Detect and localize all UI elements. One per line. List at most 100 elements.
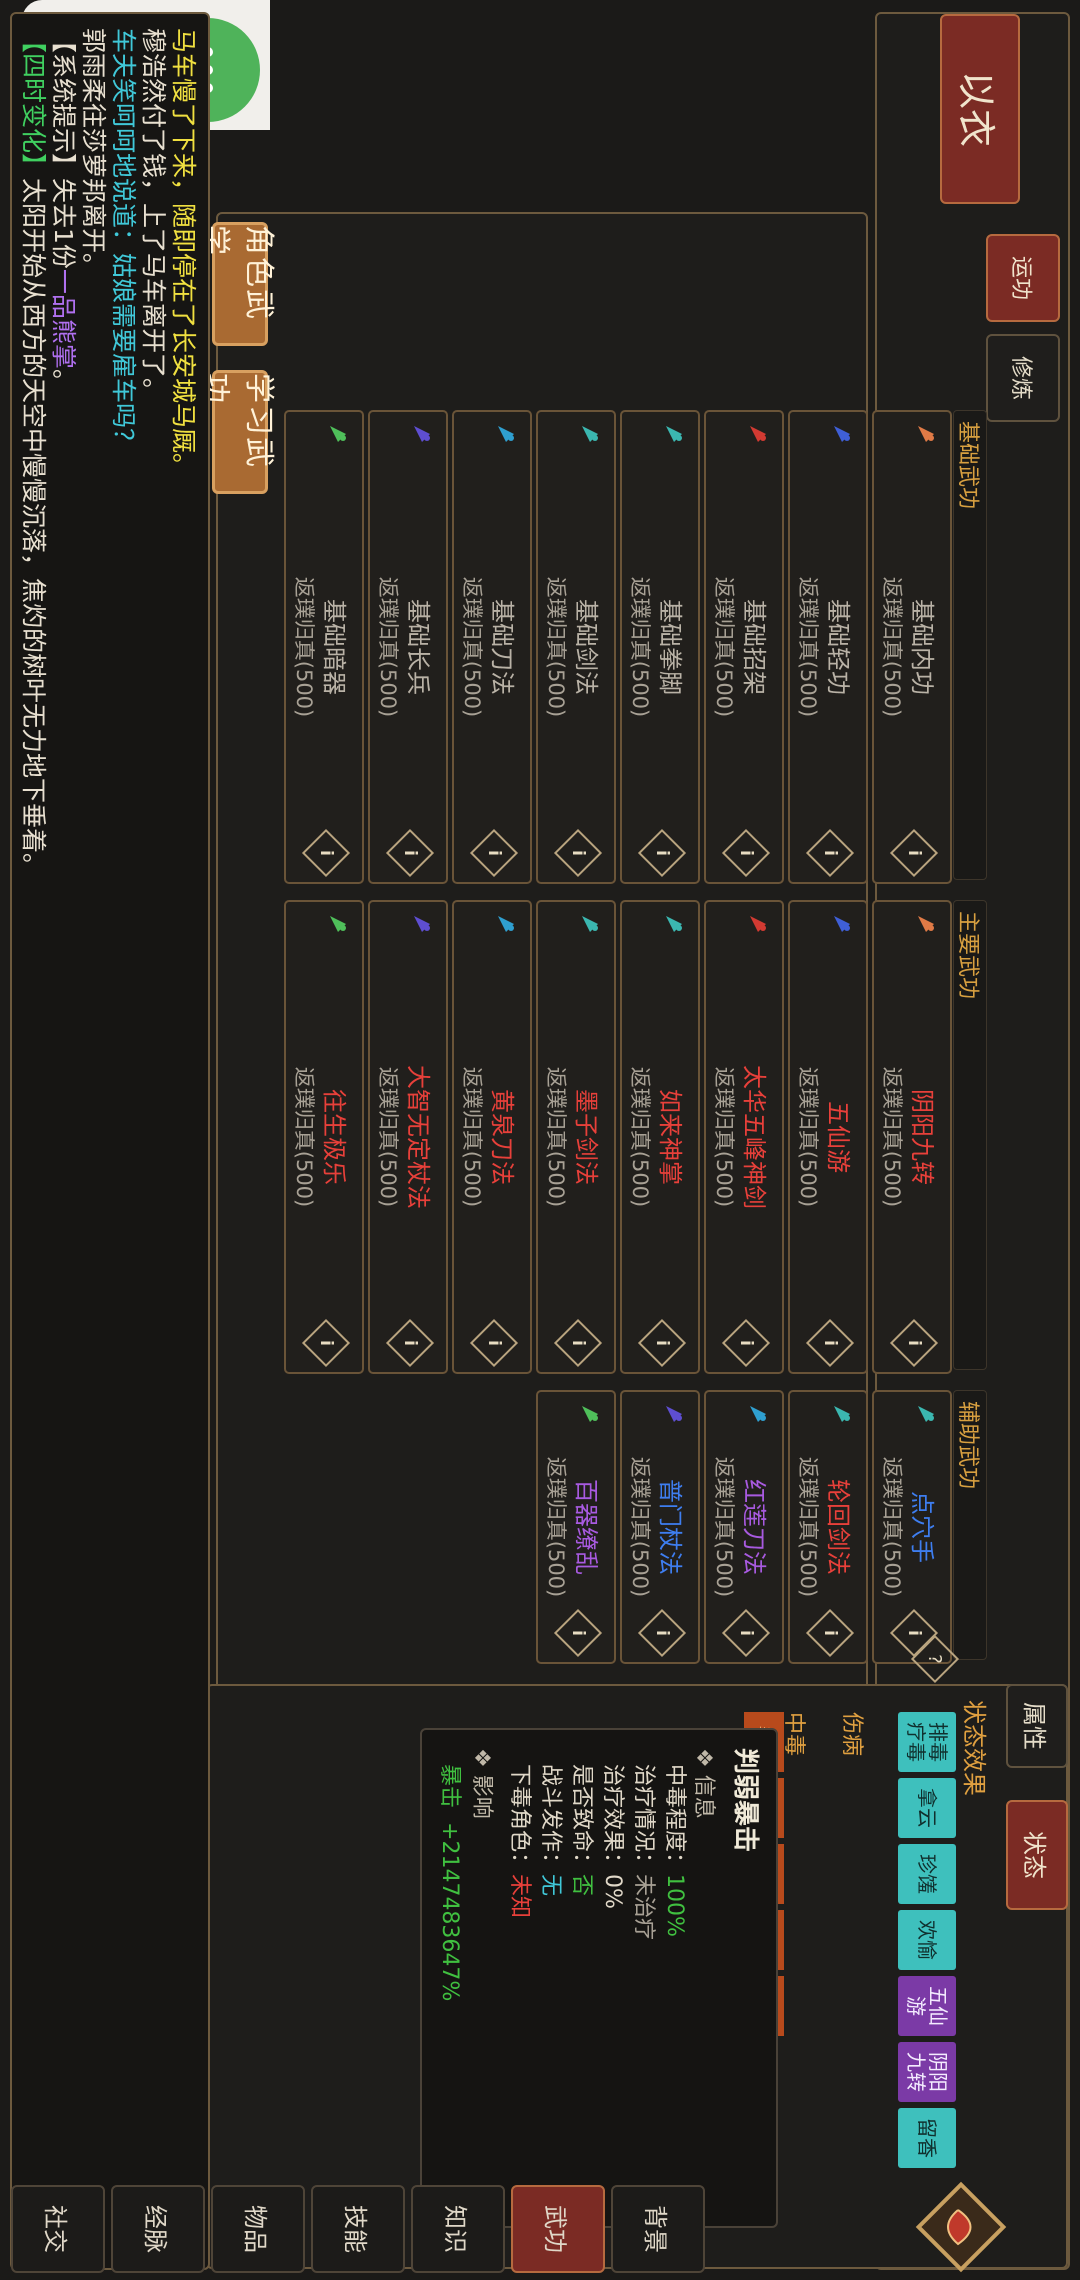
tab-xiulian[interactable]: 修炼 xyxy=(986,334,1060,422)
status-chip[interactable]: 排毒 疗毒 xyxy=(898,1712,956,1772)
log-segment: 【系统提示】 xyxy=(49,28,78,179)
skill-level: 返璞归真(500) xyxy=(544,576,568,718)
info-icon: i xyxy=(736,1630,756,1636)
column-header-basic-label: 基础武功 xyxy=(955,421,980,510)
injury-label: 伤病 xyxy=(839,1712,864,1757)
skill-card[interactable]: 基础暗器 返璞归真(500) i xyxy=(284,410,364,884)
skill-level: 返璞归真(500) xyxy=(460,1066,484,1208)
tooltip-row-key: 治疗效果： xyxy=(600,1764,625,1875)
skill-card[interactable]: 五仙游 返璞归真(500) i xyxy=(788,900,868,1374)
skill-card[interactable]: 基础刀法 返璞归真(500) i xyxy=(452,410,532,884)
log-segment: 姑娘需要雇车吗？ xyxy=(109,253,138,454)
nav-button[interactable]: 技能 xyxy=(311,2185,405,2273)
nav-button[interactable]: 社交 xyxy=(11,2185,105,2273)
nav-button[interactable]: 武功 xyxy=(511,2185,605,2273)
skill-card[interactable]: 基础拳脚 返璞归真(500) i xyxy=(620,410,700,884)
skill-level: 返璞归真(500) xyxy=(796,576,820,718)
emblem-icon xyxy=(915,2181,1007,2273)
nav-button[interactable]: 背景 xyxy=(611,2185,705,2273)
back-button-label: 以衣 xyxy=(954,70,999,147)
skill-card[interactable]: 黄泉刀法 返璞归真(500) i xyxy=(452,900,532,1374)
status-chip[interactable]: 五仙 游 xyxy=(898,1976,956,2036)
skill-level: 返璞归真(500) xyxy=(292,576,316,718)
tab-status-label: 状态 xyxy=(1020,1831,1049,1879)
tooltip-effect-header-text: 影响 xyxy=(469,1774,494,1819)
log-segment: 长安城马厩。 xyxy=(169,328,198,479)
skill-card[interactable]: 点穴手 返璞归真(500) i xyxy=(872,1390,952,1664)
skill-card[interactable]: 墨子剑法 返璞归真(500) i xyxy=(536,900,616,1374)
tooltip-title: 判弱暴击 xyxy=(730,1748,760,1853)
skill-card[interactable]: 太华五峰神剑 返璞归真(500) i xyxy=(704,900,784,1374)
tab-yungong-label: 运功 xyxy=(1008,255,1033,300)
nav-button[interactable]: 知识 xyxy=(411,2185,505,2273)
skill-name: 如来神掌 xyxy=(656,1089,684,1185)
log-segment: 穆浩然付了钱，上了马车离开了。 xyxy=(139,28,168,404)
tooltip-row-value: 未知 xyxy=(507,1874,532,1919)
skill-card[interactable]: 普门杖法 返璞归真(500) i xyxy=(620,1390,700,1664)
info-icon: i xyxy=(652,1340,672,1346)
info-icon: i xyxy=(316,1340,336,1346)
info-icon: i xyxy=(820,1630,840,1636)
status-chip[interactable]: 拿云 xyxy=(898,1778,956,1838)
log-line: 马车慢了下来，随即停在了长安城马厩。 xyxy=(168,28,198,478)
poison-tooltip: 判弱暴击 ❖ 信息 中毒程度：100% 治疗情况：未治疗 治疗效果：0% 是否致命：否… xyxy=(420,1728,778,2228)
tooltip-row: 是否致命：否 xyxy=(566,1764,597,2224)
skill-level: 返璞归真(500) xyxy=(292,1066,316,1208)
nav-button[interactable]: 物品 xyxy=(211,2185,305,2273)
column-header-aux-label: 辅助武功 xyxy=(955,1401,980,1490)
log-line: 【四时变化】太阳开始从西方的天空中慢慢沉落，焦灼的树叶无力地下垂着。 xyxy=(18,28,48,878)
status-chip[interactable]: 留香 xyxy=(898,2108,956,2168)
skill-card[interactable]: 往生极乐 返璞归真(500) i xyxy=(284,900,364,1374)
info-icon: i xyxy=(652,850,672,856)
log-segment: 马车慢了下来， xyxy=(169,28,198,204)
role-martial-button[interactable]: 角色武学 xyxy=(197,222,276,346)
skill-card[interactable]: 基础长兵 返璞归真(500) i xyxy=(368,410,448,884)
log-segment: 随即停在了 xyxy=(169,203,198,329)
skill-card[interactable]: 阴阳九转 返璞归真(500) i xyxy=(872,900,952,1374)
skill-level: 返璞归真(500) xyxy=(628,1066,652,1208)
status-chip[interactable]: 阴阳 九转 xyxy=(898,2042,956,2102)
skill-name: 五仙游 xyxy=(824,1101,852,1173)
status-chip[interactable]: 欢愉 xyxy=(898,1910,956,1970)
nav-button[interactable]: 经脉 xyxy=(111,2185,205,2273)
tab-status[interactable]: 状态 xyxy=(1006,1800,1068,1910)
tab-yungong[interactable]: 运功 xyxy=(986,234,1060,322)
skill-card[interactable]: 基础招架 返璞归真(500) i xyxy=(704,410,784,884)
skill-card[interactable]: 百器缭乱 返璞归真(500) i xyxy=(536,1390,616,1664)
back-button[interactable]: 以衣 xyxy=(940,14,1020,204)
skill-card[interactable]: 大智无定杖法 返璞归真(500) i xyxy=(368,900,448,1374)
learn-martial-button[interactable]: 学习武功 xyxy=(197,370,276,494)
tab-attributes-label: 属性 xyxy=(1020,1702,1049,1750)
tooltip-effect-header: ❖ 影响 xyxy=(469,1748,494,1819)
skill-name: 黄泉刀法 xyxy=(488,1089,516,1185)
skill-card[interactable]: 红莲刀法 返璞归真(500) i xyxy=(704,1390,784,1664)
info-icon: i xyxy=(904,850,924,856)
tab-attributes[interactable]: 属性 xyxy=(1006,1684,1068,1768)
tooltip-row: 下毒角色：未知 xyxy=(504,1764,535,2224)
skill-card[interactable]: 轮回剑法 返璞归真(500) i xyxy=(788,1390,868,1664)
tooltip-row-key: 是否致命： xyxy=(569,1764,594,1875)
skill-card[interactable]: 基础剑法 返璞归真(500) i xyxy=(536,410,616,884)
info-icon: i xyxy=(820,1340,840,1346)
skill-name: 基础暗器 xyxy=(320,599,348,695)
log-segment: 太阳开始从西方的天空中慢慢沉落，焦灼的树叶无力地下垂着。 xyxy=(19,178,48,879)
skill-level: 返璞归真(500) xyxy=(376,576,400,718)
skill-name: 墨子剑法 xyxy=(572,1089,600,1185)
emblem-button[interactable] xyxy=(914,2180,1008,2274)
help-icon: ? xyxy=(924,1654,946,1664)
column-header-aux: 辅助武功 xyxy=(953,1390,987,1660)
info-icon: i xyxy=(484,850,504,856)
nav-button-label: 技能 xyxy=(341,2205,370,2253)
tooltip-row: 治疗效果：0% xyxy=(597,1764,628,2224)
skill-name: 阴阳九转 xyxy=(908,1089,936,1185)
log-line: 车夫笑呵呵地说道：姑娘需要雇车吗？ xyxy=(108,28,138,453)
info-icon: i xyxy=(568,850,588,856)
column-header-main: 主要武功 xyxy=(953,900,987,1370)
status-chip[interactable]: 珍馐 xyxy=(898,1844,956,1904)
poison-label: 中毒 xyxy=(781,1712,806,1757)
info-icon: i xyxy=(904,1340,924,1346)
nav-button-label: 武功 xyxy=(541,2205,570,2253)
skill-card[interactable]: 如来神掌 返璞归真(500) i xyxy=(620,900,700,1374)
skill-card[interactable]: 基础内功 返璞归真(500) i xyxy=(872,410,952,884)
skill-card[interactable]: 基础轻功 返璞归真(500) i xyxy=(788,410,868,884)
